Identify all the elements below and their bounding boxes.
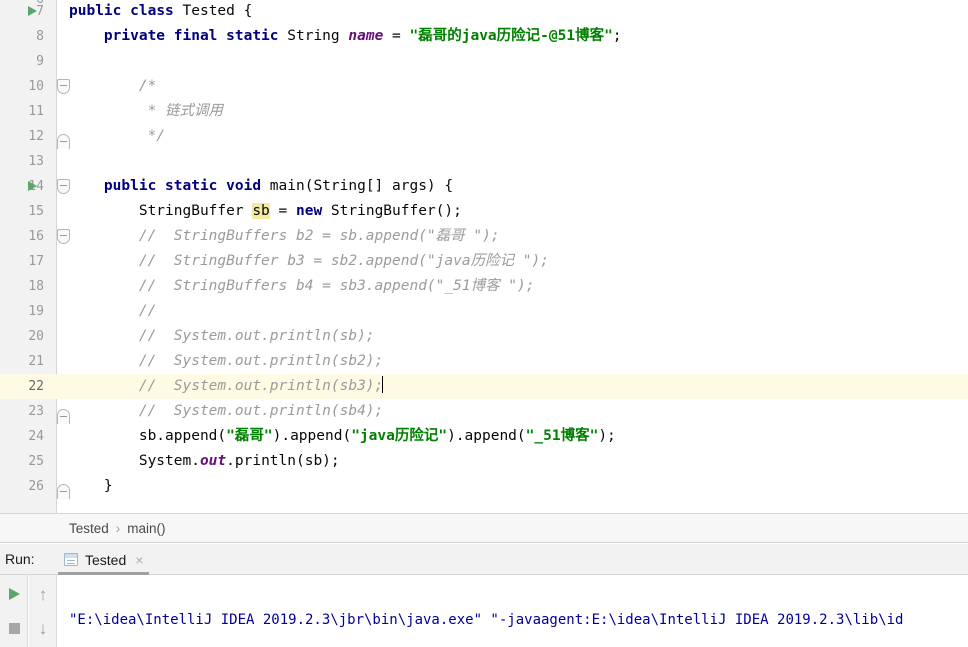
arrow-up-icon: ↑: [38, 584, 48, 604]
stop-icon: [8, 622, 20, 634]
code-line-23[interactable]: 23 // System.out.println(sb4);: [0, 399, 968, 424]
line-number: 12: [28, 129, 44, 144]
line-number: 7: [36, 4, 44, 19]
rerun-icon: [8, 588, 20, 600]
code-text: /*: [69, 78, 157, 94]
line-number: 9: [36, 54, 44, 69]
run-tool-window: Run: Tested × ↑ ↓ "E:\idea\IntelliJ IDEA…: [0, 544, 968, 647]
code-line-17[interactable]: 17 // StringBuffer b3 = sb2.append("java…: [0, 249, 968, 274]
line-number: 26: [28, 479, 44, 494]
code-line-8[interactable]: 8 private final static String name = "磊哥…: [0, 24, 968, 49]
code-text: */: [69, 128, 166, 144]
run-window-label: Run:: [5, 551, 35, 567]
code-line-13[interactable]: 13: [0, 149, 968, 174]
code-text: public static void main(String[] args) {: [103, 178, 454, 194]
code-line-7[interactable]: 7 public class Tested {: [0, 0, 968, 24]
scroll-up-button[interactable]: ↑: [29, 579, 57, 609]
line-number: 13: [28, 154, 44, 169]
run-tab-tested[interactable]: Tested ×: [58, 544, 150, 575]
code-text: private final static String name = "磊哥的j…: [103, 28, 622, 44]
code-line-22-current[interactable]: 22 // System.out.println(sb3);: [0, 374, 968, 399]
code-editor[interactable]: 6 7 public class Tested { 8 private fina…: [0, 0, 968, 513]
code-line-14[interactable]: 14 public static void main(String[] args…: [0, 174, 968, 199]
line-number: 8: [36, 29, 44, 44]
code-line-25[interactable]: 25 System.out.println(sb);: [0, 449, 968, 474]
text-caret: [382, 376, 384, 393]
line-number: 18: [28, 279, 44, 294]
code-line-26[interactable]: 26 }: [0, 474, 968, 499]
run-window-header: Run: Tested ×: [0, 544, 968, 575]
code-line-10[interactable]: 10 /*: [0, 74, 968, 99]
code-text: // System.out.println(sb4);: [69, 403, 384, 419]
breadcrumb-bar: Tested › main(): [0, 513, 968, 543]
code-text: * 链式调用: [69, 103, 224, 119]
breadcrumb-item-class[interactable]: Tested: [69, 521, 109, 536]
code-text: System.out.println(sb);: [69, 453, 340, 469]
run-toolbar-left: [0, 575, 28, 647]
rerun-button[interactable]: [0, 579, 28, 609]
code-text: // StringBuffers b2 = sb.append("磊哥 ");: [69, 228, 500, 244]
line-number: 24: [28, 429, 44, 444]
stop-button[interactable]: [0, 613, 28, 643]
close-icon[interactable]: ×: [135, 553, 143, 567]
breadcrumb: Tested › main(): [69, 514, 166, 543]
console-command-line: "E:\idea\IntelliJ IDEA 2019.2.3\jbr\bin\…: [69, 612, 904, 628]
chevron-right-icon: ›: [115, 521, 121, 536]
code-text: // System.out.println(sb3);: [69, 376, 384, 394]
code-line-20[interactable]: 20 // System.out.println(sb);: [0, 324, 968, 349]
line-number: 22: [28, 379, 44, 394]
line-number: 11: [28, 104, 44, 119]
code-text: // StringBuffers b4 = sb3.append("_51博客 …: [69, 278, 535, 294]
scroll-down-button[interactable]: ↓: [29, 613, 57, 643]
highlighted-identifier: sb: [252, 203, 270, 219]
code-text: // StringBuffer b3 = sb2.append("java历险记…: [69, 253, 549, 269]
line-number: 21: [28, 354, 44, 369]
arrow-down-icon: ↓: [38, 618, 48, 638]
run-gutter-icon[interactable]: [28, 181, 37, 191]
code-text: sb.append("磊哥").append("java历险记").append…: [69, 428, 616, 444]
code-line-16[interactable]: 16 // StringBuffers b2 = sb.append("磊哥 "…: [0, 224, 968, 249]
run-tab-label: Tested: [85, 551, 127, 568]
line-number: 23: [28, 404, 44, 419]
run-toolbar-navigation: ↑ ↓: [29, 575, 57, 647]
code-line-24[interactable]: 24 sb.append("磊哥").append("java历险记").app…: [0, 424, 968, 449]
line-number: 19: [28, 304, 44, 319]
code-text: //: [69, 303, 157, 319]
console-icon: [64, 553, 78, 566]
breadcrumb-item-method[interactable]: main(): [127, 521, 165, 536]
code-line-19[interactable]: 19 //: [0, 299, 968, 324]
line-number: 14: [28, 179, 44, 194]
code-text: }: [69, 478, 113, 494]
line-number: 17: [28, 254, 44, 269]
console-output[interactable]: "E:\idea\IntelliJ IDEA 2019.2.3\jbr\bin\…: [69, 575, 968, 647]
code-line-15[interactable]: 15 StringBuffer sb = new StringBuffer();: [0, 199, 968, 224]
code-line-21[interactable]: 21 // System.out.println(sb2);: [0, 349, 968, 374]
code-line-18[interactable]: 18 // StringBuffers b4 = sb3.append("_51…: [0, 274, 968, 299]
line-number: 25: [28, 454, 44, 469]
run-window-body: ↑ ↓ "E:\idea\IntelliJ IDEA 2019.2.3\jbr\…: [0, 575, 968, 647]
code-line-9[interactable]: 9: [0, 49, 968, 74]
line-number: 10: [28, 79, 44, 94]
code-text: StringBuffer sb = new StringBuffer();: [69, 203, 462, 219]
code-line-12[interactable]: 12 */: [0, 124, 968, 149]
code-line-11[interactable]: 11 * 链式调用: [0, 99, 968, 124]
code-text: // System.out.println(sb2);: [69, 353, 384, 369]
code-text: // System.out.println(sb);: [69, 328, 375, 344]
line-number: 20: [28, 329, 44, 344]
line-number: 15: [28, 204, 44, 219]
code-text: public class Tested {: [69, 3, 253, 19]
run-gutter-icon[interactable]: [28, 6, 37, 16]
line-number: 16: [28, 229, 44, 244]
